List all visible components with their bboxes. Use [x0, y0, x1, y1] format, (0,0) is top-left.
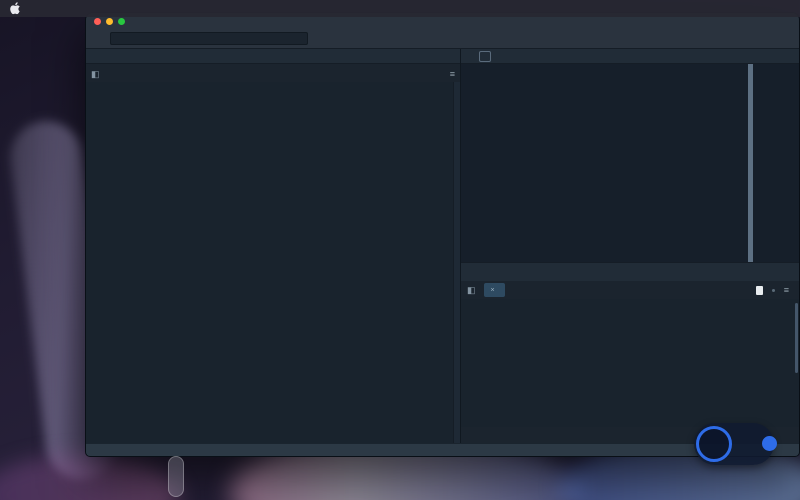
expand-widget-button[interactable]: [762, 436, 777, 451]
close-console-icon[interactable]: ×: [491, 287, 495, 294]
plots-zoom-level[interactable]: [479, 51, 491, 62]
plots-canvas: [461, 64, 799, 263]
memory-monitor-widget[interactable]: [694, 423, 774, 465]
close-window-button[interactable]: [94, 18, 101, 25]
console-tools: ≡: [756, 286, 793, 295]
editor-scrollbar[interactable]: [453, 82, 460, 443]
console-tab[interactable]: ×: [484, 283, 505, 297]
wallpaper-streak-purple: [0, 455, 180, 500]
main-toolbar: [86, 29, 799, 49]
console-status-dot: [772, 289, 775, 292]
console-tab-bar: ◧ × ≡: [461, 281, 799, 299]
browse-consoles-icon[interactable]: ◧: [467, 286, 476, 295]
status-bar: [86, 443, 799, 456]
memory-gauge[interactable]: [696, 426, 732, 462]
apple-menu[interactable]: [10, 2, 21, 15]
editor-options-icon[interactable]: ≡: [450, 70, 455, 79]
plots-thumbnail-list[interactable]: [753, 64, 799, 262]
dock: [168, 456, 184, 497]
plots-toolbar: [461, 49, 799, 64]
desktop: ◧ ≡: [0, 0, 800, 500]
working-directory-selector[interactable]: [110, 32, 308, 45]
zoom-window-button[interactable]: [118, 18, 125, 25]
code-editor[interactable]: [86, 82, 460, 443]
console-options-icon[interactable]: ≡: [784, 286, 789, 295]
menu-bar: [0, 0, 800, 17]
minimize-window-button[interactable]: [106, 18, 113, 25]
ipython-console[interactable]: [461, 299, 799, 427]
new-console-icon[interactable]: [756, 286, 763, 295]
main-area: ◧ ≡: [86, 49, 799, 443]
editor-pane: ◧ ≡: [86, 49, 461, 443]
breadcrumb[interactable]: [86, 49, 460, 64]
editor-tab-bar: ◧ ≡: [86, 64, 460, 82]
right-panel-tab-bar: [461, 263, 799, 281]
spyder-window: ◧ ≡: [85, 12, 800, 457]
console-scrollbar[interactable]: [795, 303, 798, 373]
browse-tabs-icon[interactable]: ◧: [91, 70, 100, 79]
right-panel: ◧ × ≡: [461, 49, 799, 443]
